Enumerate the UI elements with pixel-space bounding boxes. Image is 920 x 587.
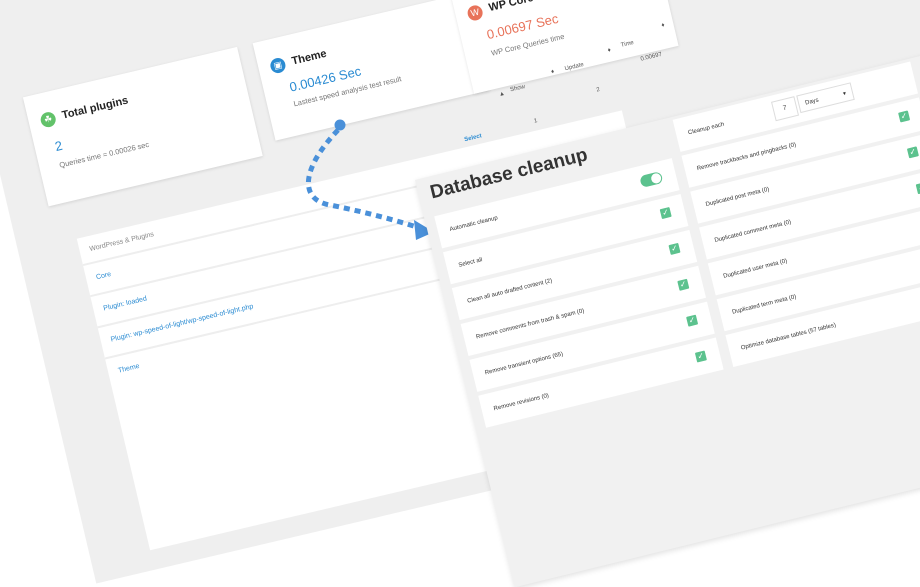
chevron-down-icon: ▼ (841, 90, 848, 98)
total-plugins-subtitle: Queries time = 0.00026 sec (58, 139, 150, 170)
cell-show: 1 (533, 118, 539, 125)
row-label: Remove trackbacks and pingbacks (0) (696, 142, 797, 173)
cell-update: 2 (595, 86, 601, 94)
plugin-icon: ☘ (39, 110, 58, 129)
cleanup-unit-select[interactable]: Days ▼ (796, 82, 855, 114)
cell-time: 0.00697 (640, 51, 663, 63)
cleanup-days-input[interactable]: 7 (771, 96, 800, 122)
checkbox[interactable]: ✓ (668, 242, 681, 255)
col-select-header[interactable]: Select (464, 133, 483, 143)
col-show-header[interactable]: Show (510, 84, 526, 93)
total-plugins-title: Total plugins (60, 94, 130, 122)
checkbox[interactable]: ✓ (915, 182, 920, 195)
toggle-knob (650, 172, 663, 185)
row-label: Duplicated user meta (0) (722, 258, 788, 280)
row-label: Duplicated term meta (0) (731, 294, 798, 316)
row-label: Remove revisions (0) (493, 392, 550, 413)
wp-core-title: WP Core (487, 0, 535, 15)
checkbox[interactable]: ✓ (677, 278, 690, 291)
row-label: Select all (457, 257, 484, 269)
automatic-cleanup-toggle[interactable] (639, 171, 664, 188)
wordpress-icon: W (466, 3, 485, 22)
theme-icon: ▣ (268, 56, 287, 75)
row-label: Clean all auto drafted content (2) (466, 278, 553, 305)
sort-icon[interactable]: ▲ (498, 91, 505, 98)
select-value: Days (804, 97, 820, 107)
checkbox[interactable]: ✓ (686, 314, 699, 327)
total-plugins-value: 2 (53, 137, 64, 155)
row-label: Automatic cleanup (449, 215, 499, 233)
theme-title: Theme (290, 47, 328, 68)
row-label: Duplicated post meta (0) (705, 186, 771, 209)
row-label: Optimize database tables (57 tables) (740, 322, 837, 352)
row-label: Cleanup each (687, 121, 725, 137)
checkbox[interactable]: ✓ (694, 350, 707, 363)
checkbox[interactable]: ✓ (659, 206, 672, 220)
row-label: Remove transient options (65) (484, 351, 564, 377)
checkbox[interactable]: ✓ (898, 110, 911, 123)
row-label: Duplicated comment meta (0) (714, 219, 792, 244)
checkbox[interactable]: ✓ (906, 146, 919, 159)
